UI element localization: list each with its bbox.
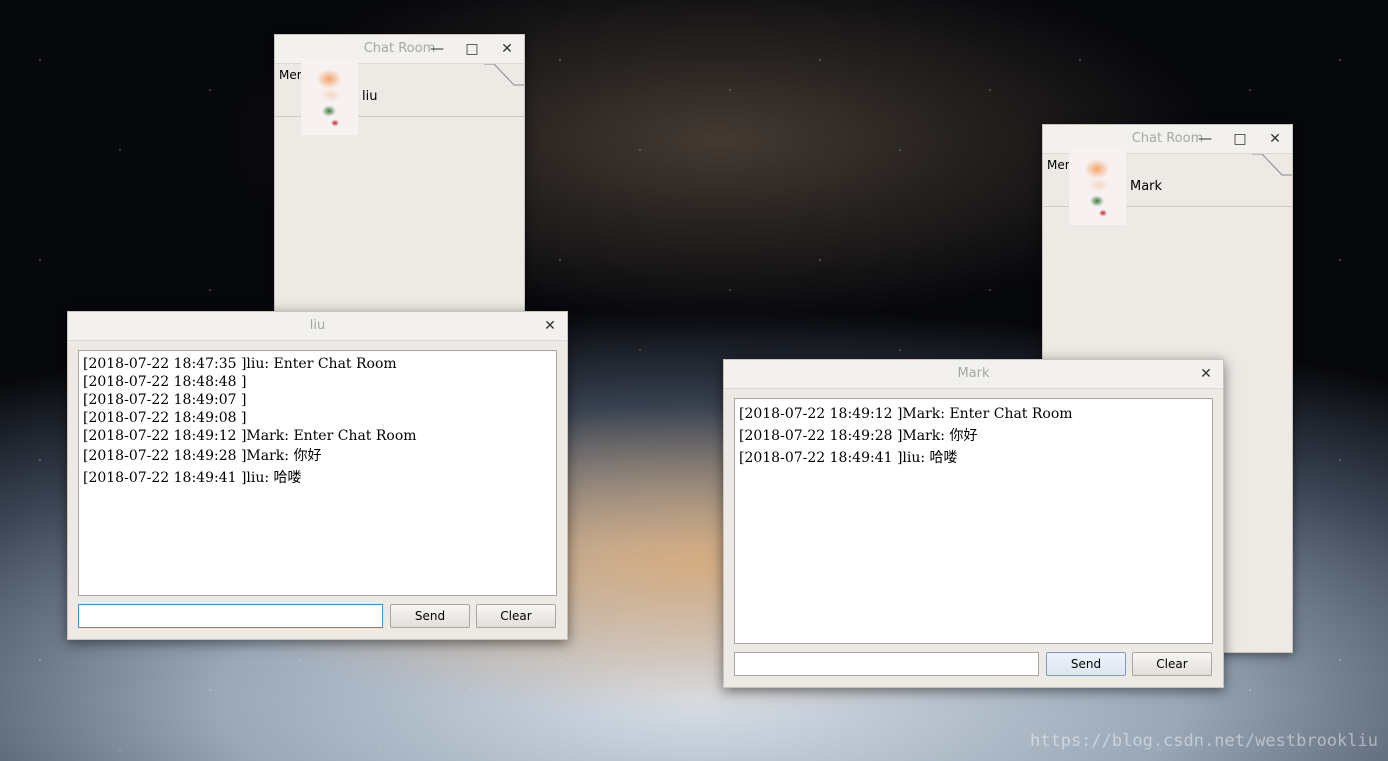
member-name: Mark bbox=[1130, 179, 1163, 194]
message-input[interactable] bbox=[78, 604, 383, 628]
chat-message: [2018-07-22 18:48:48 ] bbox=[83, 374, 247, 390]
window-title: liu bbox=[309, 318, 326, 333]
window-title: Chat Room bbox=[363, 41, 436, 56]
close-icon[interactable]: ✕ bbox=[1265, 129, 1285, 149]
chat-window-mark: Mark ✕ [2018-07-22 18:49:12 ]Mark: Enter… bbox=[723, 359, 1224, 688]
titlebar[interactable]: Mark ✕ bbox=[724, 360, 1223, 389]
clear-button[interactable]: Clear bbox=[1132, 652, 1212, 676]
window-title: Mark bbox=[957, 366, 990, 381]
chat-message: [2018-07-22 18:49:12 ]Mark: Enter Chat R… bbox=[83, 428, 417, 444]
clear-button[interactable]: Clear bbox=[476, 604, 556, 628]
chat-log[interactable]: [2018-07-22 18:47:35 ]liu: Enter Chat Ro… bbox=[78, 350, 557, 596]
tab-notch bbox=[484, 64, 524, 86]
message-input[interactable] bbox=[734, 652, 1039, 676]
send-button[interactable]: Send bbox=[390, 604, 470, 628]
tab-notch bbox=[1252, 154, 1292, 176]
chat-message: [2018-07-22 18:49:28 ]Mark: 你好 bbox=[739, 428, 978, 444]
watermark: https://blog.csdn.net/westbrookliu bbox=[1030, 731, 1378, 751]
chat-message: [2018-07-22 18:49:28 ]Mark: 你好 bbox=[83, 448, 322, 464]
chat-message: [2018-07-22 18:49:41 ]liu: 哈喽 bbox=[739, 450, 958, 466]
window-title: Chat Room bbox=[1131, 131, 1204, 146]
member-name: liu bbox=[362, 89, 378, 104]
minimize-icon[interactable]: — bbox=[1195, 129, 1215, 149]
chat-message: [2018-07-22 18:49:12 ]Mark: Enter Chat R… bbox=[739, 406, 1073, 422]
maximize-icon[interactable]: □ bbox=[1230, 129, 1250, 149]
close-icon[interactable]: ✕ bbox=[1196, 364, 1216, 384]
chat-message: [2018-07-22 18:47:35 ]liu: Enter Chat Ro… bbox=[83, 356, 397, 372]
avatar bbox=[1069, 149, 1126, 225]
send-button[interactable]: Send bbox=[1046, 652, 1126, 676]
chat-window-liu: liu ✕ [2018-07-22 18:47:35 ]liu: Enter C… bbox=[67, 311, 568, 640]
chat-message: [2018-07-22 18:49:07 ] bbox=[83, 392, 247, 408]
chat-message: [2018-07-22 18:49:41 ]liu: 哈喽 bbox=[83, 470, 302, 486]
titlebar[interactable]: liu ✕ bbox=[68, 312, 567, 341]
minimize-icon[interactable]: — bbox=[427, 39, 447, 59]
member-window-liu: Chat Room — □ ✕ Member liu bbox=[274, 34, 525, 326]
avatar bbox=[301, 59, 358, 135]
chat-message: [2018-07-22 18:49:08 ] bbox=[83, 410, 247, 426]
maximize-icon[interactable]: □ bbox=[462, 39, 482, 59]
chat-log[interactable]: [2018-07-22 18:49:12 ]Mark: Enter Chat R… bbox=[734, 398, 1213, 644]
close-icon[interactable]: ✕ bbox=[497, 39, 517, 59]
close-icon[interactable]: ✕ bbox=[540, 316, 560, 336]
